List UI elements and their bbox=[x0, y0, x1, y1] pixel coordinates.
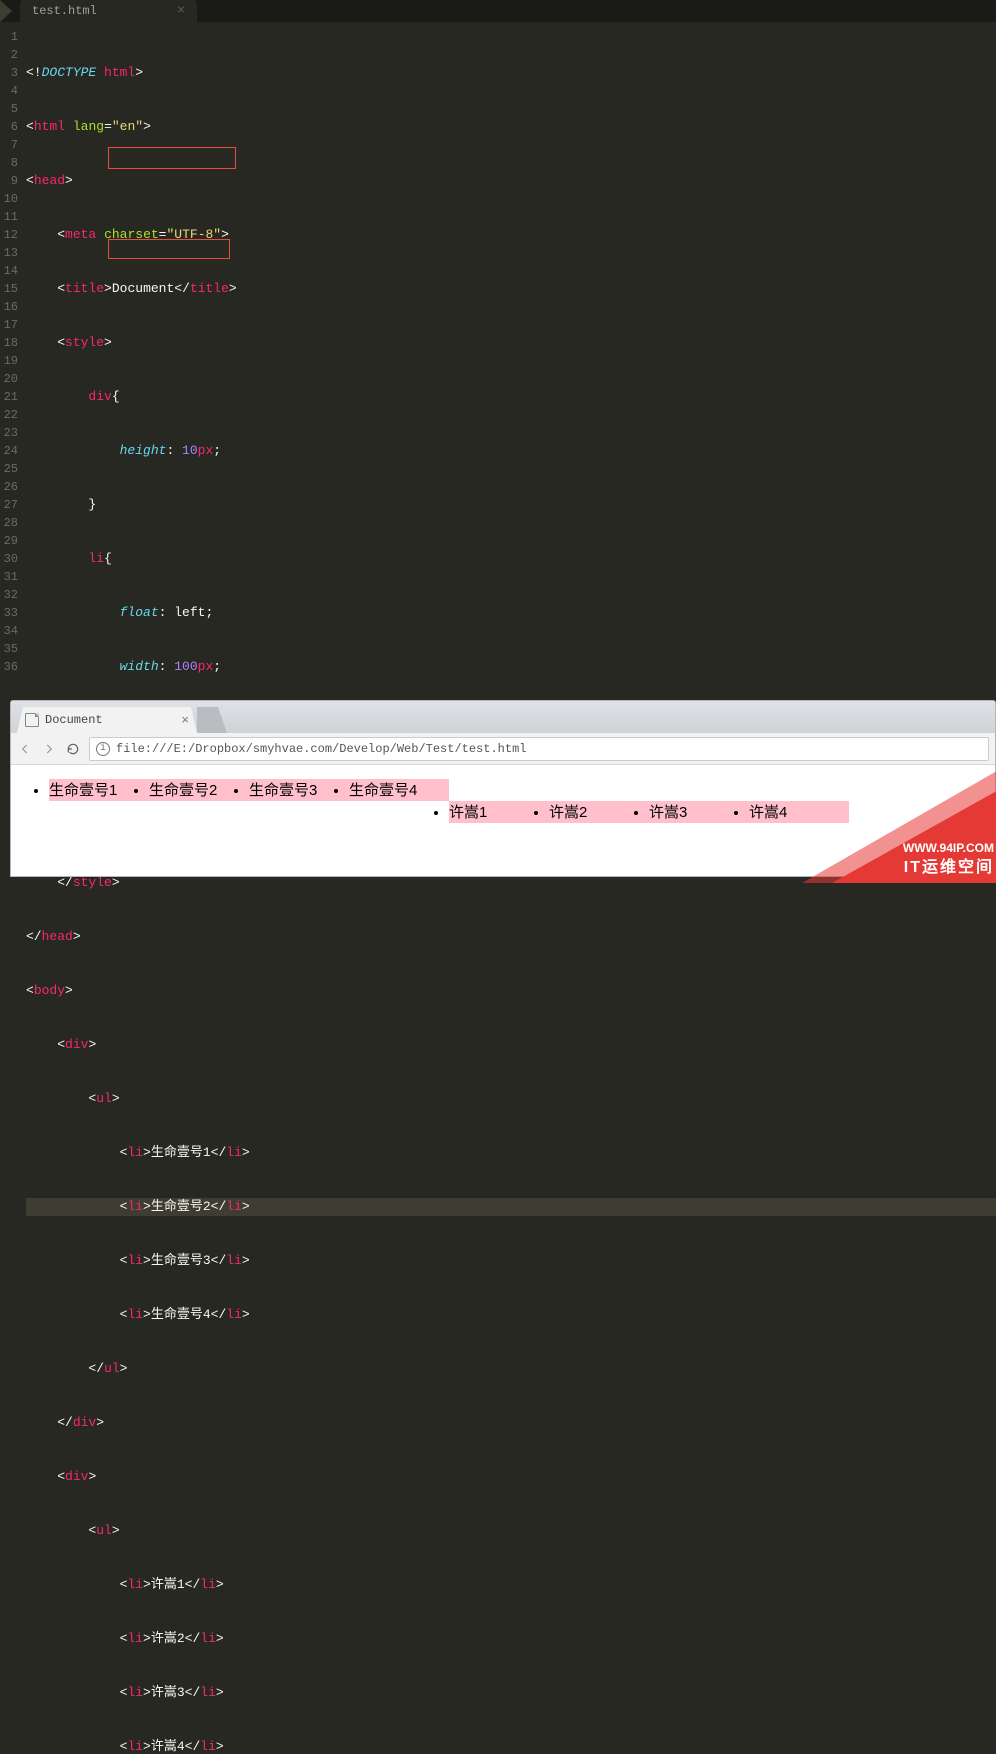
back-icon[interactable] bbox=[17, 741, 33, 757]
line-number: 8 bbox=[0, 154, 18, 172]
line-number: 6 bbox=[0, 118, 18, 136]
code-line[interactable]: </div> bbox=[26, 1414, 996, 1432]
line-number: 16 bbox=[0, 298, 18, 316]
line-number: 12 bbox=[0, 226, 18, 244]
line-number: 22 bbox=[0, 406, 18, 424]
code-line[interactable]: <body> bbox=[26, 982, 996, 1000]
code-line[interactable]: <li>许嵩2</li> bbox=[26, 1630, 996, 1648]
code-line[interactable]: <div> bbox=[26, 1468, 996, 1486]
line-number: 24 bbox=[0, 442, 18, 460]
code-line[interactable]: width: 100px; bbox=[26, 658, 996, 676]
line-number: 3 bbox=[0, 64, 18, 82]
page-icon bbox=[25, 713, 39, 727]
line-number: 32 bbox=[0, 586, 18, 604]
code-content[interactable]: <!DOCTYPE html> <html lang="en"> <head> … bbox=[22, 22, 996, 680]
line-number: 36 bbox=[0, 658, 18, 676]
code-line[interactable]: <li>生命壹号2</li> bbox=[26, 1198, 996, 1216]
line-number: 2 bbox=[0, 46, 18, 64]
line-number: 18 bbox=[0, 334, 18, 352]
line-number: 9 bbox=[0, 172, 18, 190]
line-number: 28 bbox=[0, 514, 18, 532]
editor-tab-bar: test.html × bbox=[0, 0, 996, 22]
code-line[interactable]: <li>生命壹号3</li> bbox=[26, 1252, 996, 1270]
line-number: 11 bbox=[0, 208, 18, 226]
code-line[interactable]: <div> bbox=[26, 1036, 996, 1054]
code-line[interactable]: <li>许嵩1</li> bbox=[26, 1576, 996, 1594]
list-item: 生命壹号4 bbox=[349, 779, 449, 801]
line-number: 29 bbox=[0, 532, 18, 550]
code-line[interactable]: <ul> bbox=[26, 1522, 996, 1540]
line-number: 19 bbox=[0, 352, 18, 370]
browser-toolbar: i file:///E:/Dropbox/smyhvae.com/Develop… bbox=[11, 733, 995, 765]
code-line[interactable]: } bbox=[26, 496, 996, 514]
line-number: 23 bbox=[0, 424, 18, 442]
code-line[interactable]: <style> bbox=[26, 334, 996, 352]
browser-tab-title: Document bbox=[45, 713, 103, 727]
code-line[interactable]: </ul> bbox=[26, 1360, 996, 1378]
editor-tab-filename: test.html bbox=[32, 4, 97, 18]
code-line[interactable]: <html lang="en"> bbox=[26, 118, 996, 136]
address-bar[interactable]: i file:///E:/Dropbox/smyhvae.com/Develop… bbox=[89, 737, 989, 761]
annotation-box-1 bbox=[108, 147, 236, 169]
list-item: 许嵩4 bbox=[749, 801, 849, 823]
code-line[interactable]: float: left; bbox=[26, 604, 996, 622]
line-number: 10 bbox=[0, 190, 18, 208]
line-number: 4 bbox=[0, 82, 18, 100]
line-number: 20 bbox=[0, 370, 18, 388]
line-number: 5 bbox=[0, 100, 18, 118]
line-number: 21 bbox=[0, 388, 18, 406]
page-list-row-1: 生命壹号1 生命壹号2 生命壹号3 生命壹号4 bbox=[29, 779, 977, 801]
line-number: 13 bbox=[0, 244, 18, 262]
code-line[interactable]: <li>生命壹号1</li> bbox=[26, 1144, 996, 1162]
line-number: 33 bbox=[0, 604, 18, 622]
line-number-gutter: 1 2 3 4 5 6 7 8 9 10 11 12 13 14 15 16 1… bbox=[0, 22, 22, 680]
code-line[interactable]: <ul> bbox=[26, 1090, 996, 1108]
code-line[interactable]: div{ bbox=[26, 388, 996, 406]
line-number: 14 bbox=[0, 262, 18, 280]
line-number: 7 bbox=[0, 136, 18, 154]
line-number: 15 bbox=[0, 280, 18, 298]
code-line[interactable]: <li>许嵩4</li> bbox=[26, 1738, 996, 1754]
close-icon[interactable]: × bbox=[177, 3, 185, 19]
reload-icon[interactable] bbox=[65, 741, 81, 757]
info-icon[interactable]: i bbox=[96, 742, 110, 756]
new-tab-shadow bbox=[197, 707, 227, 733]
page-list-row-2: 许嵩1 许嵩2 许嵩3 许嵩4 bbox=[29, 801, 977, 823]
code-line[interactable]: li{ bbox=[26, 550, 996, 568]
code-line[interactable]: <title>Document</title> bbox=[26, 280, 996, 298]
line-number: 17 bbox=[0, 316, 18, 334]
code-line[interactable]: </head> bbox=[26, 928, 996, 946]
browser-tab-strip: Document × bbox=[11, 701, 995, 733]
tab-triangle-decor bbox=[0, 0, 20, 22]
line-number: 34 bbox=[0, 622, 18, 640]
line-number: 26 bbox=[0, 478, 18, 496]
url-text: file:///E:/Dropbox/smyhvae.com/Develop/W… bbox=[116, 742, 526, 756]
line-number: 35 bbox=[0, 640, 18, 658]
code-line[interactable]: <meta charset="UTF-8"> bbox=[26, 226, 996, 244]
code-line[interactable]: <!DOCTYPE html> bbox=[26, 64, 996, 82]
page-body: 生命壹号1 生命壹号2 生命壹号3 生命壹号4 许嵩1 许嵩2 许嵩3 许嵩4 bbox=[11, 765, 995, 876]
line-number: 27 bbox=[0, 496, 18, 514]
line-number: 25 bbox=[0, 460, 18, 478]
forward-icon[interactable] bbox=[41, 741, 57, 757]
code-line[interactable]: <li>生命壹号4</li> bbox=[26, 1306, 996, 1324]
code-line[interactable]: <head> bbox=[26, 172, 996, 190]
line-number: 30 bbox=[0, 550, 18, 568]
close-icon[interactable]: × bbox=[181, 713, 189, 728]
browser-window: Document × i file:///E:/Dropbox/smyhvae.… bbox=[10, 700, 996, 877]
editor-area: 1 2 3 4 5 6 7 8 9 10 11 12 13 14 15 16 1… bbox=[0, 22, 996, 680]
line-number: 1 bbox=[0, 28, 18, 46]
code-line[interactable]: <li>许嵩3</li> bbox=[26, 1684, 996, 1702]
editor-tab[interactable]: test.html × bbox=[20, 0, 197, 22]
browser-tab[interactable]: Document × bbox=[17, 707, 197, 733]
code-line[interactable]: height: 10px; bbox=[26, 442, 996, 460]
line-number: 31 bbox=[0, 568, 18, 586]
